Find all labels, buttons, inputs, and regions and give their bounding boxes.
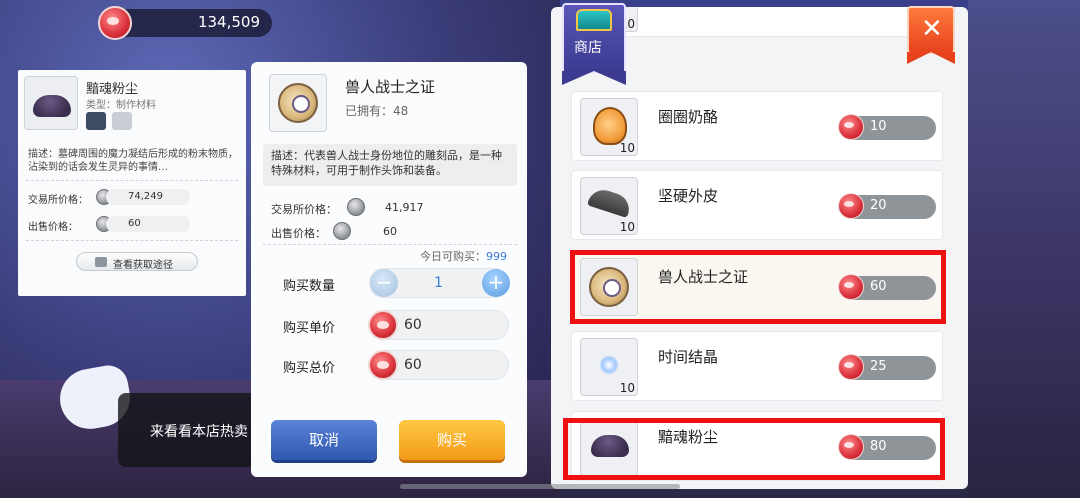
exchange-price-label: 交易所价格： (28, 195, 88, 206)
total-price-label: 购买总价 (283, 361, 336, 376)
total-price-value: 60 (404, 357, 422, 373)
sell-price-label: 出售价格： (271, 227, 326, 240)
purchase-panel: 兽人战士之证 已拥有：48 描述：代表兽人战士身份地位的雕刻品，是一种特殊材料，… (251, 62, 527, 477)
sell-price-label: 出售价格： (28, 222, 78, 233)
divider (263, 244, 517, 245)
view-source-button[interactable]: 查看获取途径 (76, 252, 198, 271)
item-price: 10 (838, 114, 936, 140)
item-thumbnail: 10 (580, 177, 638, 235)
exchange-price-value: 41,917 (385, 201, 424, 214)
cheese-icon (593, 107, 627, 145)
item-name: 圈圈奶酪 (658, 108, 719, 126)
sell-price-value: 60 (106, 216, 190, 232)
zeny-coin-icon (98, 6, 132, 40)
item-name: 黯魂粉尘 (86, 82, 139, 97)
total-price-field: 60 (368, 350, 509, 380)
item-quantity: 10 (619, 141, 635, 155)
unit-price-field: 60 (368, 310, 509, 340)
silver-coin-icon (347, 198, 365, 216)
item-thumbnail: 10 (580, 98, 638, 156)
unit-price-row: 购买单价 60 (251, 308, 527, 344)
badge-icon (278, 83, 318, 123)
zeny-coin-icon (838, 354, 864, 380)
game-background-right (968, 0, 1080, 498)
sell-price-row: 出售价格： 60 (271, 222, 511, 240)
item-quantity: 10 (619, 220, 635, 234)
dust-icon (33, 95, 71, 117)
unit-price-label: 购买单价 (283, 321, 336, 336)
zeny-currency-bar: 134,509 (98, 6, 272, 40)
cancel-button[interactable]: 取消 (271, 420, 377, 460)
currency-amount: 134,509 (197, 13, 260, 31)
shop-tab-label: 商店 (574, 40, 602, 56)
item-thumbnail: 10 (580, 338, 638, 396)
shop-item-time-crystal[interactable]: 10 时间结晶 25 (571, 331, 943, 401)
total-price-row: 购买总价 60 (251, 348, 527, 384)
quantity-row: 购买数量 − 1 + (251, 266, 527, 302)
item-price: 25 (838, 354, 936, 380)
item-price: 20 (838, 193, 936, 219)
quantity-label: 购买数量 (283, 279, 336, 294)
close-icon: ✕ (921, 14, 943, 44)
item-thumbnail (24, 76, 78, 130)
mail-icon[interactable] (112, 112, 132, 130)
exchange-price-row: 交易所价格： 41,917 (271, 198, 511, 216)
item-type: 类型：制作材料 (86, 100, 156, 111)
highlight-frame (563, 418, 945, 480)
divider (26, 240, 238, 241)
exchange-price-label: 交易所价格： (271, 203, 337, 216)
item-description: 描述：墓碑周围的魔力凝结后形成的粉末物质，沾染到的话会发生灵异的事情… (28, 149, 238, 173)
zeny-coin-icon (838, 193, 864, 219)
unit-price-value: 60 (404, 317, 422, 333)
zeny-coin-icon (838, 114, 864, 140)
hot-sale-toast: 来看看本店热卖 (118, 393, 258, 467)
purchase-item-thumbnail (269, 74, 327, 132)
sell-price-value: 60 (383, 225, 397, 238)
buy-button[interactable]: 购买 (399, 420, 505, 460)
zeny-coin-icon (368, 350, 398, 380)
item-name: 坚硬外皮 (658, 187, 719, 205)
toast-text: 来看看本店热卖 (150, 424, 248, 440)
view-source-label: 查看获取途径 (113, 260, 173, 271)
crystal-icon (599, 355, 619, 375)
list-icon (95, 257, 107, 267)
item-info-card: 黯魂粉尘 类型：制作材料 描述：墓碑周围的魔力凝结后形成的粉末物质，沾染到的话会… (18, 70, 246, 296)
purchase-item-description: 描述：代表兽人战士身份地位的雕刻品，是一种特殊材料，可用于制作头饰和装备。 (263, 144, 517, 186)
shop-item-hide[interactable]: 10 坚硬外皮 20 (571, 170, 943, 240)
quantity-value[interactable]: 1 (434, 275, 443, 291)
item-name: 时间结晶 (658, 348, 719, 366)
daily-limit: 今日可购买：999 (420, 250, 507, 263)
zeny-coin-icon (368, 310, 398, 340)
shop-tab[interactable]: 商店 (562, 3, 626, 85)
inspect-icon[interactable] (86, 112, 106, 130)
owned-count: 已拥有：48 (345, 104, 409, 118)
exchange-price-value: 74,249 (106, 189, 190, 205)
quantity-stepper[interactable]: − 1 + (369, 268, 510, 298)
purchase-item-name: 兽人战士之证 (345, 78, 436, 96)
highlight-frame (570, 250, 946, 324)
item-quantity: 10 (619, 381, 635, 395)
increase-button[interactable]: + (482, 269, 510, 297)
hide-icon (586, 186, 634, 218)
chest-icon (576, 9, 612, 31)
silver-coin-icon (333, 222, 351, 240)
divider (26, 180, 238, 181)
close-button[interactable]: ✕ (907, 6, 955, 64)
shop-item-cheese[interactable]: 10 圈圈奶酪 10 (571, 91, 943, 161)
decrease-button[interactable]: − (370, 269, 398, 297)
list-item[interactable]: 10 (571, 7, 943, 37)
home-indicator (400, 484, 680, 489)
